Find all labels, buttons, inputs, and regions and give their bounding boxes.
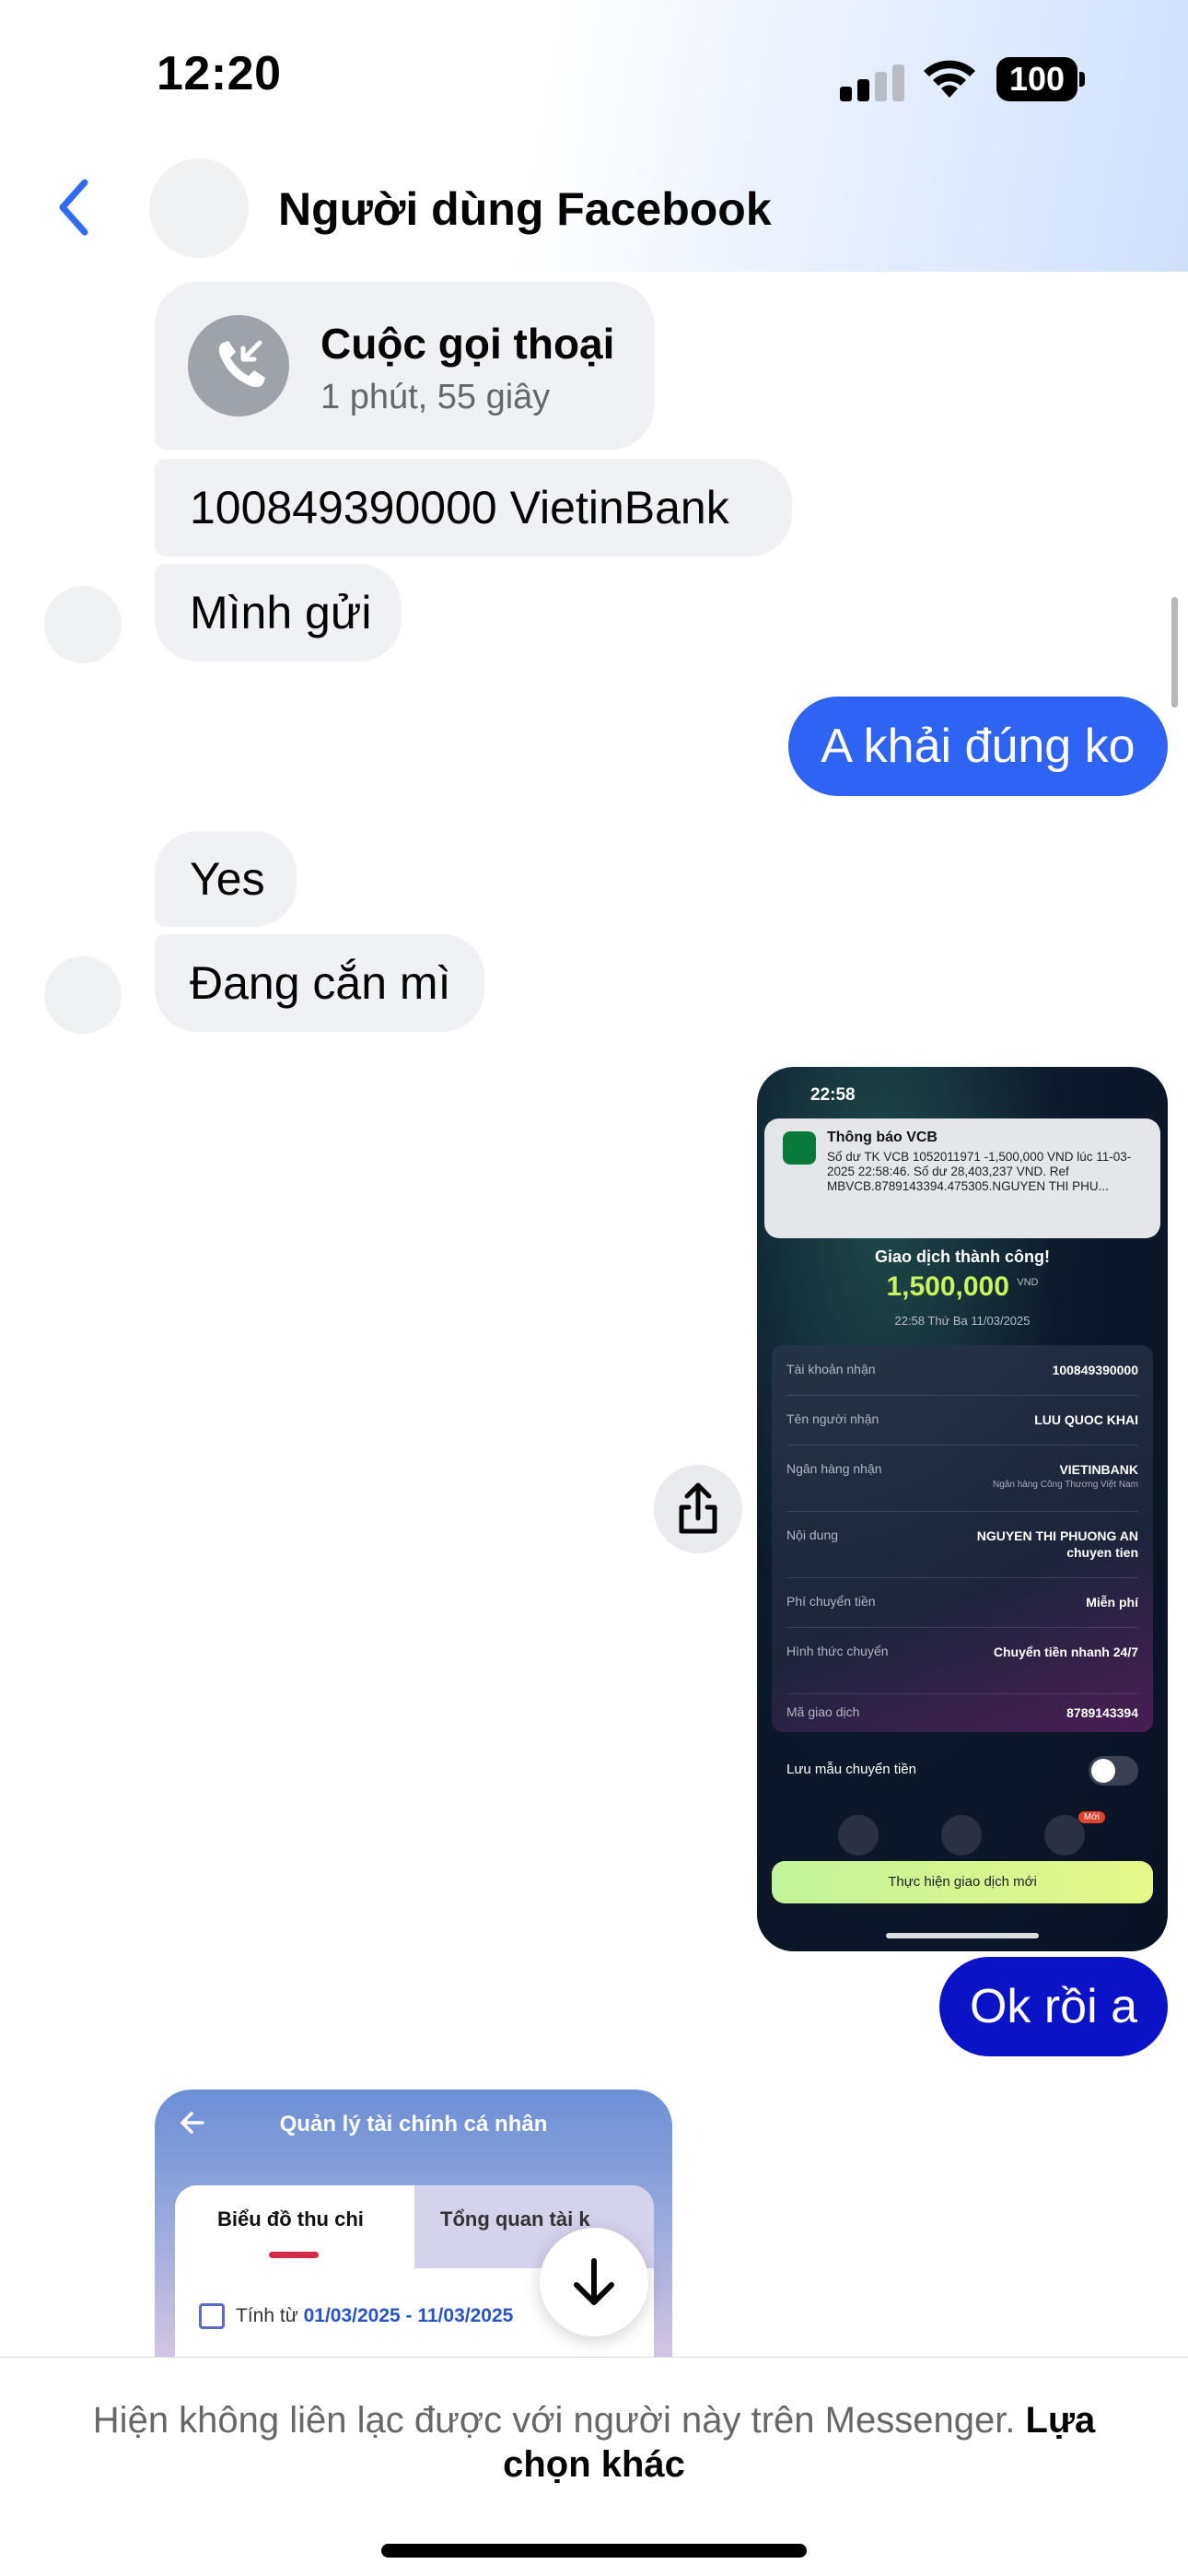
finance-date-range: Tính từ 01/03/2025 - 11/03/2025	[236, 2305, 514, 2326]
save-template-toggle	[1089, 1756, 1138, 1786]
contact-avatar[interactable]	[149, 158, 249, 258]
receipt-row: Tên người nhận LUU QUOC KHAI	[786, 1411, 1138, 1427]
contact-name[interactable]: Người dùng Facebook	[278, 182, 772, 236]
wifi-icon	[924, 60, 975, 98]
message-account[interactable]: 100849390000 VietinBank	[155, 459, 792, 556]
receipt-notification: Thông báo VCB Số dư TK VCB 1052011971 -1…	[764, 1118, 1160, 1238]
receipt-row: Hình thức chuyển Chuyển tiền nhanh 24/7	[786, 1644, 1138, 1659]
calendar-icon	[199, 2303, 225, 2329]
footer-text: Hiện không liên lạc được với người này t…	[92, 2400, 1096, 2485]
notification-body: Số dư TK VCB 1052011971 -1,500,000 VND l…	[827, 1150, 1132, 1193]
receipt-row: Phí chuyển tiền Miễn phí	[786, 1594, 1138, 1610]
receipt-row: Tài khoản nhận 100849390000	[786, 1362, 1138, 1377]
share-button[interactable]	[654, 1465, 742, 1553]
scroll-to-bottom-button[interactable]	[540, 2228, 648, 2336]
arrow-down-icon	[574, 2258, 614, 2305]
finance-tab-chart: Biểu đồ thu chi	[217, 2207, 364, 2231]
message-dang-can[interactable]: Đang cắn mì	[155, 934, 484, 1032]
save-template-label: Lưu mẫu chuyển tiền	[786, 1762, 916, 1777]
finance-tab-indicator	[269, 2252, 319, 2258]
new-badge: Mới	[1077, 1811, 1105, 1823]
sender-avatar-2[interactable]	[44, 956, 122, 1034]
sender-avatar[interactable]	[44, 586, 122, 663]
cellular-signal-icon	[840, 64, 904, 101]
receipt-home-indicator	[886, 1933, 1039, 1938]
message-yes[interactable]: Yes	[155, 831, 297, 927]
voice-call-card[interactable]: Cuộc gọi thoại 1 phút, 55 giây	[155, 282, 654, 450]
message-ok-roi[interactable]: Ok rồi a	[939, 1957, 1168, 2056]
footer-notice: Hiện không liên lạc được với người này t…	[0, 2357, 1188, 2576]
message-minh-gui[interactable]: Mình gửi	[155, 564, 402, 662]
status-time: 12:20	[157, 47, 282, 100]
receipt-row: Mã giao dịch 8789143394	[786, 1704, 1138, 1720]
missed-call-icon	[188, 315, 289, 416]
receipt-status-time: 22:58	[810, 1085, 856, 1105]
share-icon	[679, 1482, 717, 1534]
finance-title: Quản lý tài chính cá nhân	[279, 2112, 548, 2137]
receipt-amount: 1,500,000 VND	[886, 1271, 1039, 1302]
shared-receipt-image[interactable]: 22:58 Thông báo VCB Số dư TK VCB 1052011…	[757, 1067, 1168, 1951]
home-indicator[interactable]	[381, 2544, 807, 2558]
new-transaction-button: Thực hiện giao dịch mới	[772, 1861, 1153, 1903]
receipt-row: Nội dung NGUYEN THI PHUONG AN chuyen tien	[786, 1528, 1138, 1560]
battery-level: 100	[996, 57, 1077, 101]
receipt-success: Giao dịch thành công!	[875, 1247, 1050, 1266]
notification-title: Thông báo VCB	[827, 1130, 938, 1145]
receipt-row: Ngân hàng nhận VIETINBANK Ngân hàng Công …	[786, 1461, 1138, 1490]
call-duration: 1 phút, 55 giây	[320, 378, 551, 416]
receipt-details-panel: Tài khoản nhận 100849390000 Tên người nhậ…	[772, 1345, 1153, 1732]
scrollbar[interactable]	[1171, 597, 1178, 708]
message-a-khai[interactable]: A khải đúng ko	[788, 697, 1168, 796]
vcb-logo-icon	[783, 1131, 816, 1165]
receipt-datetime: 22:58 Thứ Ba 11/03/2025	[894, 1314, 1031, 1328]
back-button[interactable]	[52, 175, 98, 240]
battery-icon: 100	[996, 57, 1085, 101]
call-title: Cuộc gọi thoại	[320, 320, 615, 368]
